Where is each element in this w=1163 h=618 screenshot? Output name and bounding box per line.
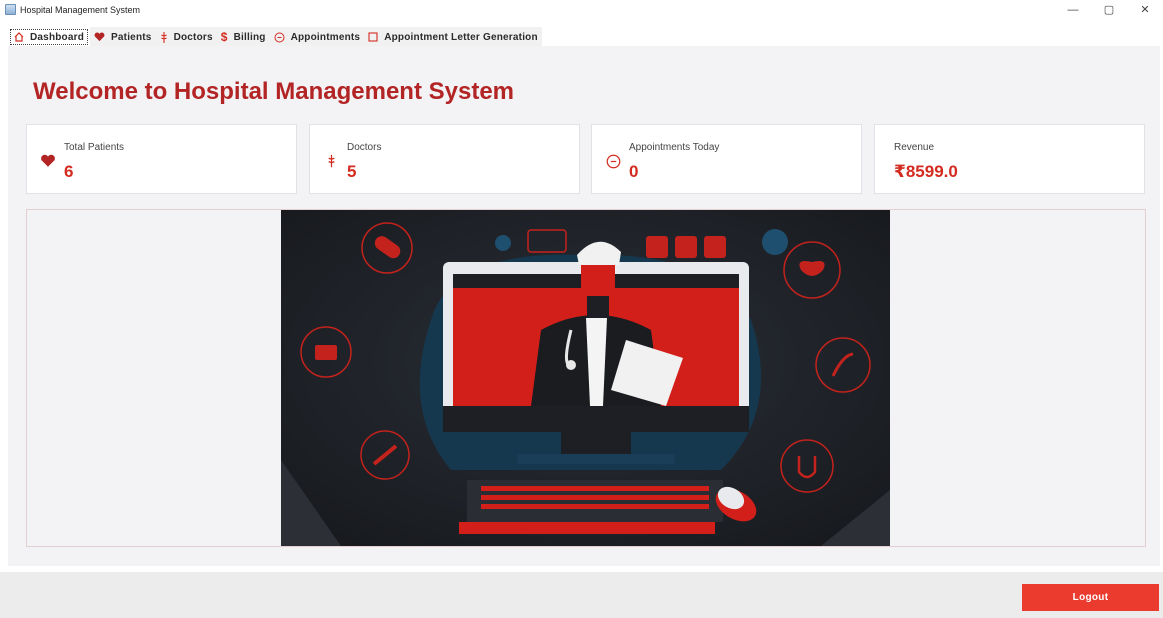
tab-appointments[interactable]: Appointments — [270, 27, 365, 47]
minimize-button[interactable]: — — [1055, 0, 1091, 19]
tab-appointment-letter[interactable]: Appointment Letter Generation — [364, 27, 542, 47]
stat-card-doctors: Doctors 5 — [309, 124, 580, 194]
minus-circle-icon — [605, 153, 621, 169]
page-title: Welcome to Hospital Management System — [33, 78, 515, 105]
stat-label: Revenue — [894, 142, 935, 153]
stat-card-revenue: Revenue ₹8599.0 — [874, 124, 1145, 194]
stat-value: 5 — [347, 162, 357, 181]
logout-button[interactable]: Logout — [1022, 584, 1159, 611]
stat-label: Appointments Today — [629, 142, 720, 153]
caduceus-icon — [323, 153, 339, 169]
tab-strip: Dashboard Patients Doctors $ Billing App… — [8, 27, 542, 47]
tab-label: Billing — [233, 31, 266, 43]
tab-dashboard[interactable]: Dashboard — [8, 27, 91, 47]
maximize-button[interactable]: ▢ — [1091, 0, 1127, 19]
tab-label: Appointments — [290, 31, 361, 43]
stat-card-patients: Total Patients 6 — [26, 124, 297, 194]
stat-label: Doctors — [347, 142, 382, 153]
doctor-telemedicine-illustration — [281, 210, 890, 546]
dollar-icon: $ — [220, 30, 228, 44]
tab-label: Doctors — [173, 31, 213, 43]
heart-icon — [94, 32, 105, 42]
heart-icon — [40, 153, 56, 169]
window-controls: — ▢ ✕ — [1055, 0, 1163, 19]
stat-card-appointments: Appointments Today 0 — [591, 124, 862, 194]
window-title: Hospital Management System — [20, 4, 141, 15]
caduceus-icon — [160, 31, 168, 43]
tab-label: Patients — [111, 31, 152, 43]
stat-label: Total Patients — [64, 142, 125, 153]
window-titlebar: Hospital Management System — ▢ ✕ — [0, 0, 1163, 19]
tab-label: Dashboard — [30, 31, 85, 43]
stat-value: 0 — [629, 162, 639, 181]
minus-circle-icon — [274, 32, 285, 43]
house-icon — [14, 32, 24, 42]
stat-value: 6 — [64, 162, 74, 181]
close-button[interactable]: ✕ — [1127, 0, 1163, 19]
tab-label: Appointment Letter Generation — [384, 31, 538, 43]
tab-patients[interactable]: Patients — [90, 27, 156, 47]
square-icon — [368, 32, 378, 42]
stat-value: ₹8599.0 — [894, 162, 958, 181]
tab-doctors[interactable]: Doctors — [156, 27, 217, 47]
footer-bar — [0, 572, 1163, 618]
tab-billing[interactable]: $ Billing — [217, 27, 270, 47]
app-icon — [5, 4, 16, 15]
